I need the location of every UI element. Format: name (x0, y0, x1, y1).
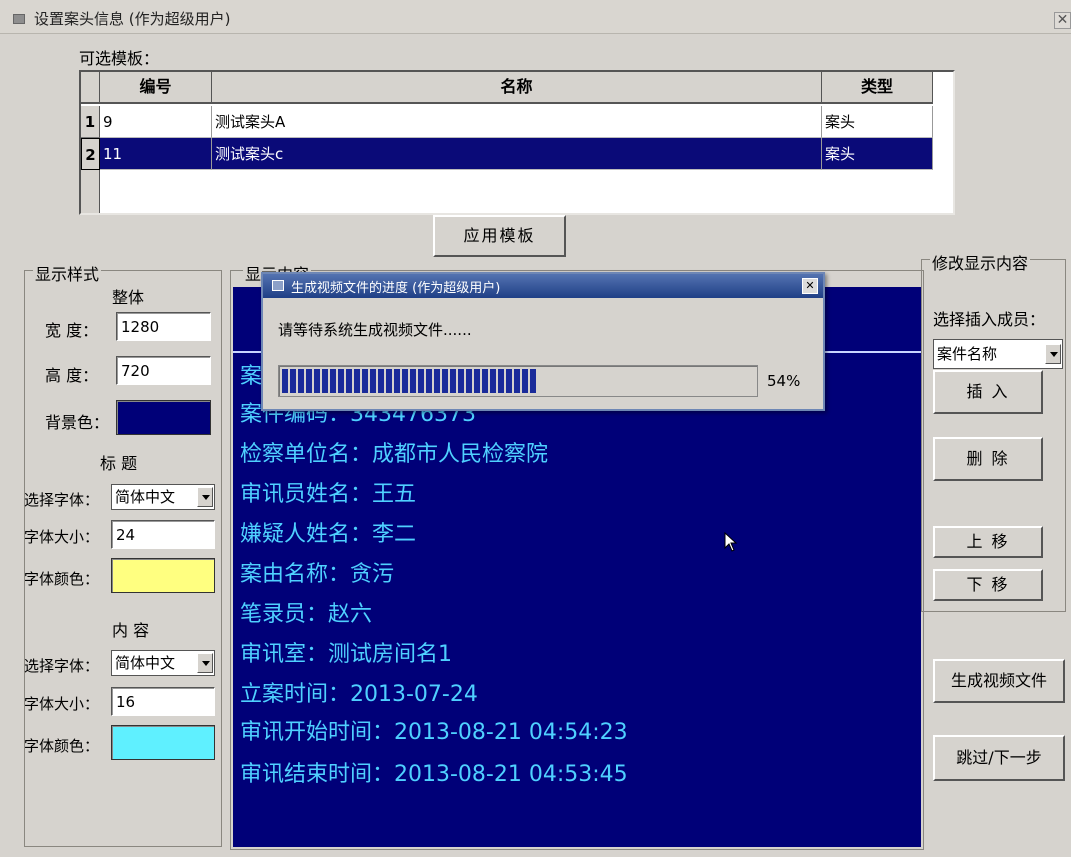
title-font-select[interactable]: 简体中文 (111, 484, 215, 510)
column-header-type[interactable]: 类型 (822, 72, 933, 104)
dialog-window-icon (272, 280, 284, 291)
content-size-field[interactable]: 16 (111, 687, 215, 716)
width-label: 宽 度： (45, 321, 99, 340)
progress-dialog: 生成视频文件的进度 (作为超级用户) ✕ 请等待系统生成视频文件...... 5… (261, 272, 825, 411)
preview-line: 立案时间：2013-07-24 (240, 682, 478, 707)
preview-line: 嫌疑人姓名：李二 (240, 522, 417, 547)
move-up-button[interactable]: 上 移 (933, 526, 1043, 558)
title-size-field[interactable]: 24 (111, 520, 215, 549)
progress-percent: 54% (767, 372, 801, 390)
chevron-down-icon[interactable] (197, 487, 213, 507)
title-size-label: 字体大小： (24, 528, 100, 546)
cell-type: 案头 (822, 106, 933, 138)
preview-line: 检察单位名：成都市人民检察院 (240, 442, 549, 467)
row-number: 2 (81, 138, 100, 170)
progress-dialog-title: 生成视频文件的进度 (作为超级用户) (291, 281, 501, 296)
title-font-value: 简体中文 (115, 488, 176, 506)
templates-label: 可选模板： (79, 49, 160, 68)
modify-group-title: 修改显示内容 (930, 250, 1031, 274)
table-row[interactable]: 1 9 测试案头A 案头 (81, 106, 933, 138)
cell-type: 案头 (822, 138, 933, 170)
skip-next-button[interactable]: 跳过/下一步 (933, 735, 1065, 781)
preview-line: 审讯室：测试房间名1 (240, 642, 452, 667)
window-title: 设置案头信息 (作为超级用户) (34, 10, 231, 28)
table-corner (81, 72, 100, 104)
height-label: 高 度： (45, 366, 99, 385)
cell-id: 9 (100, 106, 212, 138)
member-select-value: 案件名称 (937, 345, 998, 363)
progress-dialog-titlebar: 生成视频文件的进度 (作为超级用户) ✕ (263, 274, 823, 298)
generate-video-button[interactable]: 生成视频文件 (933, 659, 1065, 703)
move-down-button[interactable]: 下 移 (933, 569, 1043, 601)
chevron-down-icon[interactable] (197, 653, 213, 673)
window-titlebar: 设置案头信息 (作为超级用户) ✕ (0, 0, 1071, 34)
bg-color-label: 背景色： (45, 413, 110, 432)
templates-table[interactable]: 编号 名称 类型 1 9 测试案头A 案头 2 11 测试案头c 案头 (79, 70, 955, 215)
content-section-label: 内 容 (112, 621, 150, 640)
row-header-empty (81, 170, 100, 213)
preview-line: 笔录员：赵六 (240, 602, 373, 627)
window-icon (13, 14, 25, 24)
insert-button[interactable]: 插 入 (933, 370, 1043, 414)
content-size-label: 字体大小： (24, 695, 100, 713)
progress-message: 请等待系统生成视频文件...... (278, 321, 472, 339)
title-color-label: 字体颜色： (24, 570, 100, 588)
preview-line: 审讯员姓名：王五 (240, 482, 417, 507)
content-font-value: 简体中文 (115, 654, 176, 672)
row-number: 1 (81, 106, 100, 138)
overall-section-label: 整体 (112, 288, 145, 307)
content-font-select[interactable]: 简体中文 (111, 650, 215, 676)
progress-bar (278, 365, 758, 397)
member-label: 选择插入成员： (933, 310, 1046, 329)
delete-button[interactable]: 删 除 (933, 437, 1043, 481)
table-row-selected[interactable]: 2 11 测试案头c 案头 (81, 138, 933, 170)
cell-name: 测试案头c (212, 138, 822, 170)
cell-id: 11 (100, 138, 212, 170)
title-font-label: 选择字体： (24, 491, 100, 509)
bg-color-swatch[interactable] (116, 400, 211, 435)
content-color-label: 字体颜色： (24, 737, 100, 755)
title-section-label: 标 题 (100, 454, 138, 473)
preview-line: 案由名称：贪污 (240, 562, 395, 587)
mouse-cursor-icon (724, 532, 738, 552)
content-font-label: 选择字体： (24, 657, 100, 675)
style-group-title: 显示样式 (33, 261, 102, 285)
preview-line: 审讯开始时间：2013-08-21 04:54:23 (240, 720, 628, 745)
column-header-name[interactable]: 名称 (212, 72, 822, 104)
column-header-id[interactable]: 编号 (100, 72, 212, 104)
preview-line: 审讯结束时间：2013-08-21 04:53:45 (240, 762, 628, 787)
window-close-button[interactable]: ✕ (1054, 12, 1071, 29)
width-field[interactable]: 1280 (116, 312, 211, 341)
content-color-swatch[interactable] (111, 725, 215, 760)
progress-bar-fill (282, 369, 537, 393)
title-color-swatch[interactable] (111, 558, 215, 593)
apply-template-button[interactable]: 应用模板 (433, 215, 566, 257)
chevron-down-icon[interactable] (1045, 344, 1061, 364)
member-select[interactable]: 案件名称 (933, 339, 1063, 369)
height-field[interactable]: 720 (116, 356, 211, 385)
cell-name: 测试案头A (212, 106, 822, 138)
dialog-close-button[interactable]: ✕ (802, 278, 818, 294)
preview-line-partial: 案 (240, 364, 263, 389)
